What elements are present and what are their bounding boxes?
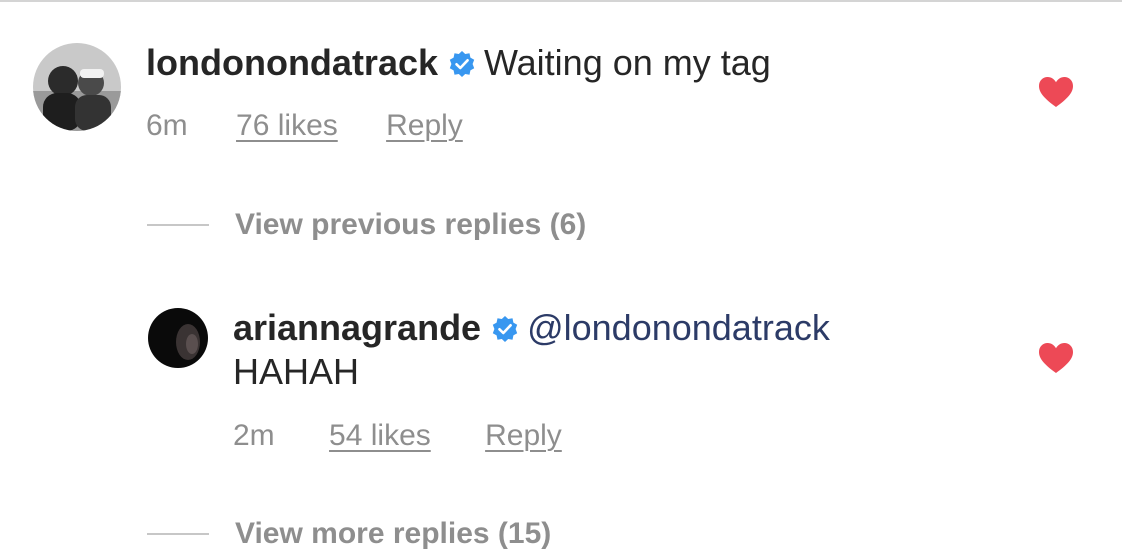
reply-text: HAHAH [233,351,360,392]
comment-time: 6m [146,109,188,142]
view-previous-replies-label: View previous replies (6) [235,208,587,241]
view-more-replies-button[interactable]: View more replies (15) [147,517,551,551]
view-more-replies-label: View more replies (15) [235,517,552,550]
heart-filled-icon[interactable] [1038,341,1074,375]
reply-meta: 2m 54 likes Reply [233,418,562,454]
comment-likes-link[interactable]: 76 likes [236,108,338,144]
view-previous-replies-button[interactable]: View previous replies (6) [147,208,586,242]
replies-divider [147,224,209,226]
verified-badge-icon [491,315,519,343]
comment-reply-button[interactable]: Reply [386,108,463,144]
heart-filled-icon[interactable] [1038,75,1074,109]
comment-meta: 6m 76 likes Reply [146,108,463,144]
reply-avatar[interactable] [148,308,208,368]
mention-link[interactable]: @londonondatrack [527,307,830,348]
comment-text: Waiting on my tag [484,42,771,83]
reply-username[interactable]: ariannagrande [233,307,481,348]
reply-time: 2m [233,419,275,452]
avatar[interactable] [33,43,121,131]
reply-likes-link[interactable]: 54 likes [329,418,431,454]
comment-username[interactable]: londonondatrack [146,42,438,83]
reply-reply-button[interactable]: Reply [485,418,562,454]
comment-header: londonondatrack Waiting on my tag [146,41,771,85]
verified-badge-icon [448,50,476,78]
replies-divider [147,533,209,535]
reply-header: ariannagrande @londonondatrack [233,306,830,350]
top-divider [0,0,1122,2]
